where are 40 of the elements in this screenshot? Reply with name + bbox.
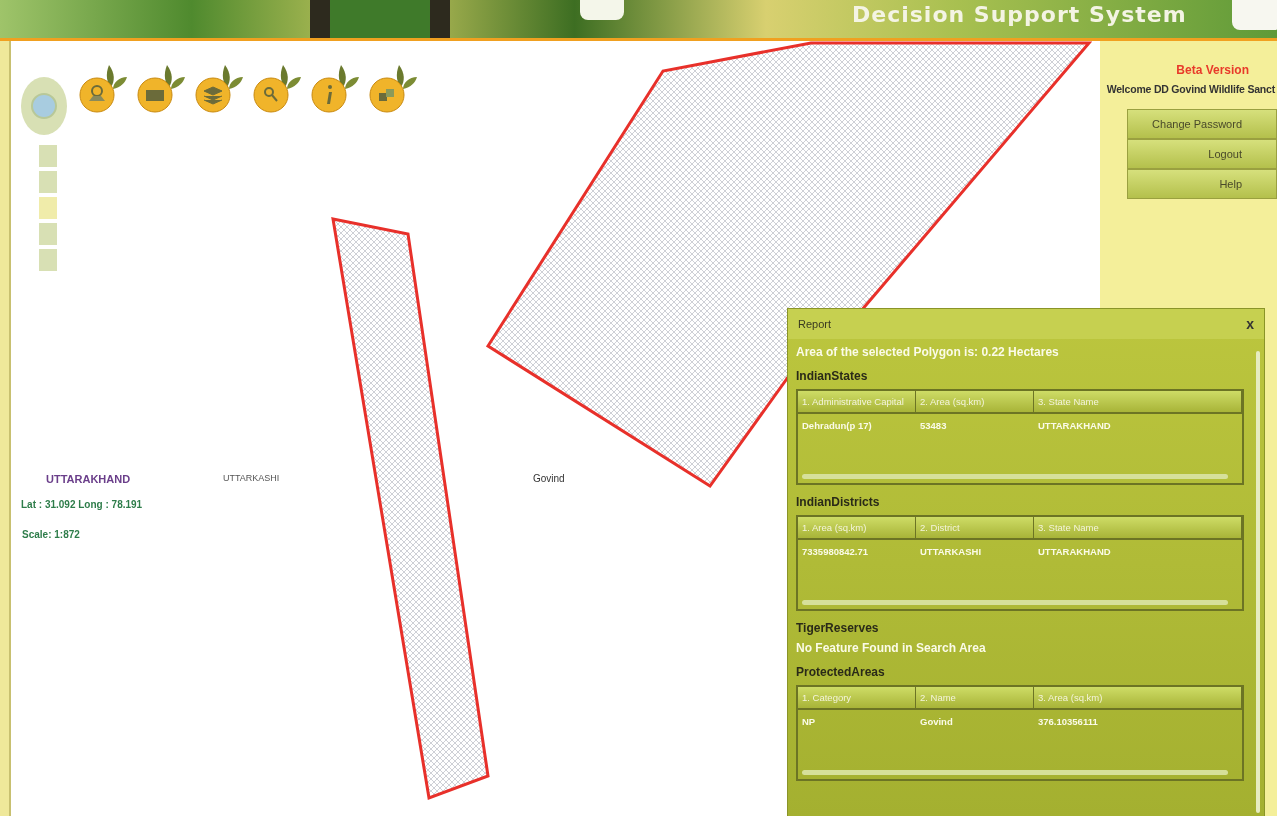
column-header[interactable]: 1. Area (sq.km): [798, 517, 916, 538]
welcome-text: Welcome DD Govind Wildlife Sanct: [1106, 83, 1275, 95]
section-heading: ProtectedAreas: [796, 665, 886, 679]
table-cell-text: 7335980842.71: [801, 545, 870, 559]
column-header[interactable]: 2. Name: [916, 687, 1034, 708]
dialog-title: Report: [798, 318, 832, 330]
menu-button[interactable]: Help: [1127, 169, 1277, 199]
app-title: Decision Support System: [852, 2, 1187, 27]
table-cell-text: NP: [801, 715, 817, 729]
table-cell-text: 376.10356111: [1037, 715, 1099, 729]
horizontal-scrollbar[interactable]: [802, 600, 1228, 605]
no-result-message: No Feature Found in Search Area: [796, 641, 987, 655]
scale-text: Scale: 1:872: [22, 529, 80, 540]
column-header[interactable]: 1. Administrative Capital: [798, 391, 916, 412]
table-cell-text: Govind: [919, 715, 954, 729]
vertical-scrollbar[interactable]: [1256, 351, 1260, 813]
section-heading: TigerReserves: [796, 621, 880, 635]
map-label: Govind: [533, 473, 565, 484]
map-label: UTTARKASHI: [223, 473, 280, 483]
table-cell-text: 53483: [919, 419, 948, 433]
column-header[interactable]: 3. State Name: [1034, 517, 1242, 538]
coordinates-text: Lat : 31.092 Long : 78.191: [21, 499, 143, 510]
beta-version-label: Beta Version: [1176, 63, 1249, 77]
column-header[interactable]: 2. District: [916, 517, 1034, 538]
column-header[interactable]: 2. Area (sq.km): [916, 391, 1034, 412]
section-heading: IndianStates: [796, 369, 869, 383]
menu-button[interactable]: Logout: [1127, 139, 1277, 169]
menu-button[interactable]: Change Password: [1127, 109, 1277, 139]
table-cell-text: UTTARKASHI: [919, 545, 983, 559]
map-label: UTTARAKHAND: [46, 473, 131, 485]
close-button[interactable]: x: [1246, 316, 1254, 332]
section-heading: IndianDistricts: [796, 495, 881, 509]
horizontal-scrollbar[interactable]: [802, 770, 1228, 775]
column-header[interactable]: 1. Category: [798, 687, 916, 708]
selected-polygon[interactable]: [331, 217, 490, 801]
area-summary-text: Area of the selected Polygon is: 0.22 Hectares: [796, 345, 1060, 359]
column-header[interactable]: 3. State Name: [1034, 391, 1242, 412]
horizontal-scrollbar[interactable]: [802, 474, 1228, 479]
column-header[interactable]: 3. Area (sq.km): [1034, 687, 1242, 708]
table-cell-text: Dehradun(p 17): [801, 419, 873, 433]
